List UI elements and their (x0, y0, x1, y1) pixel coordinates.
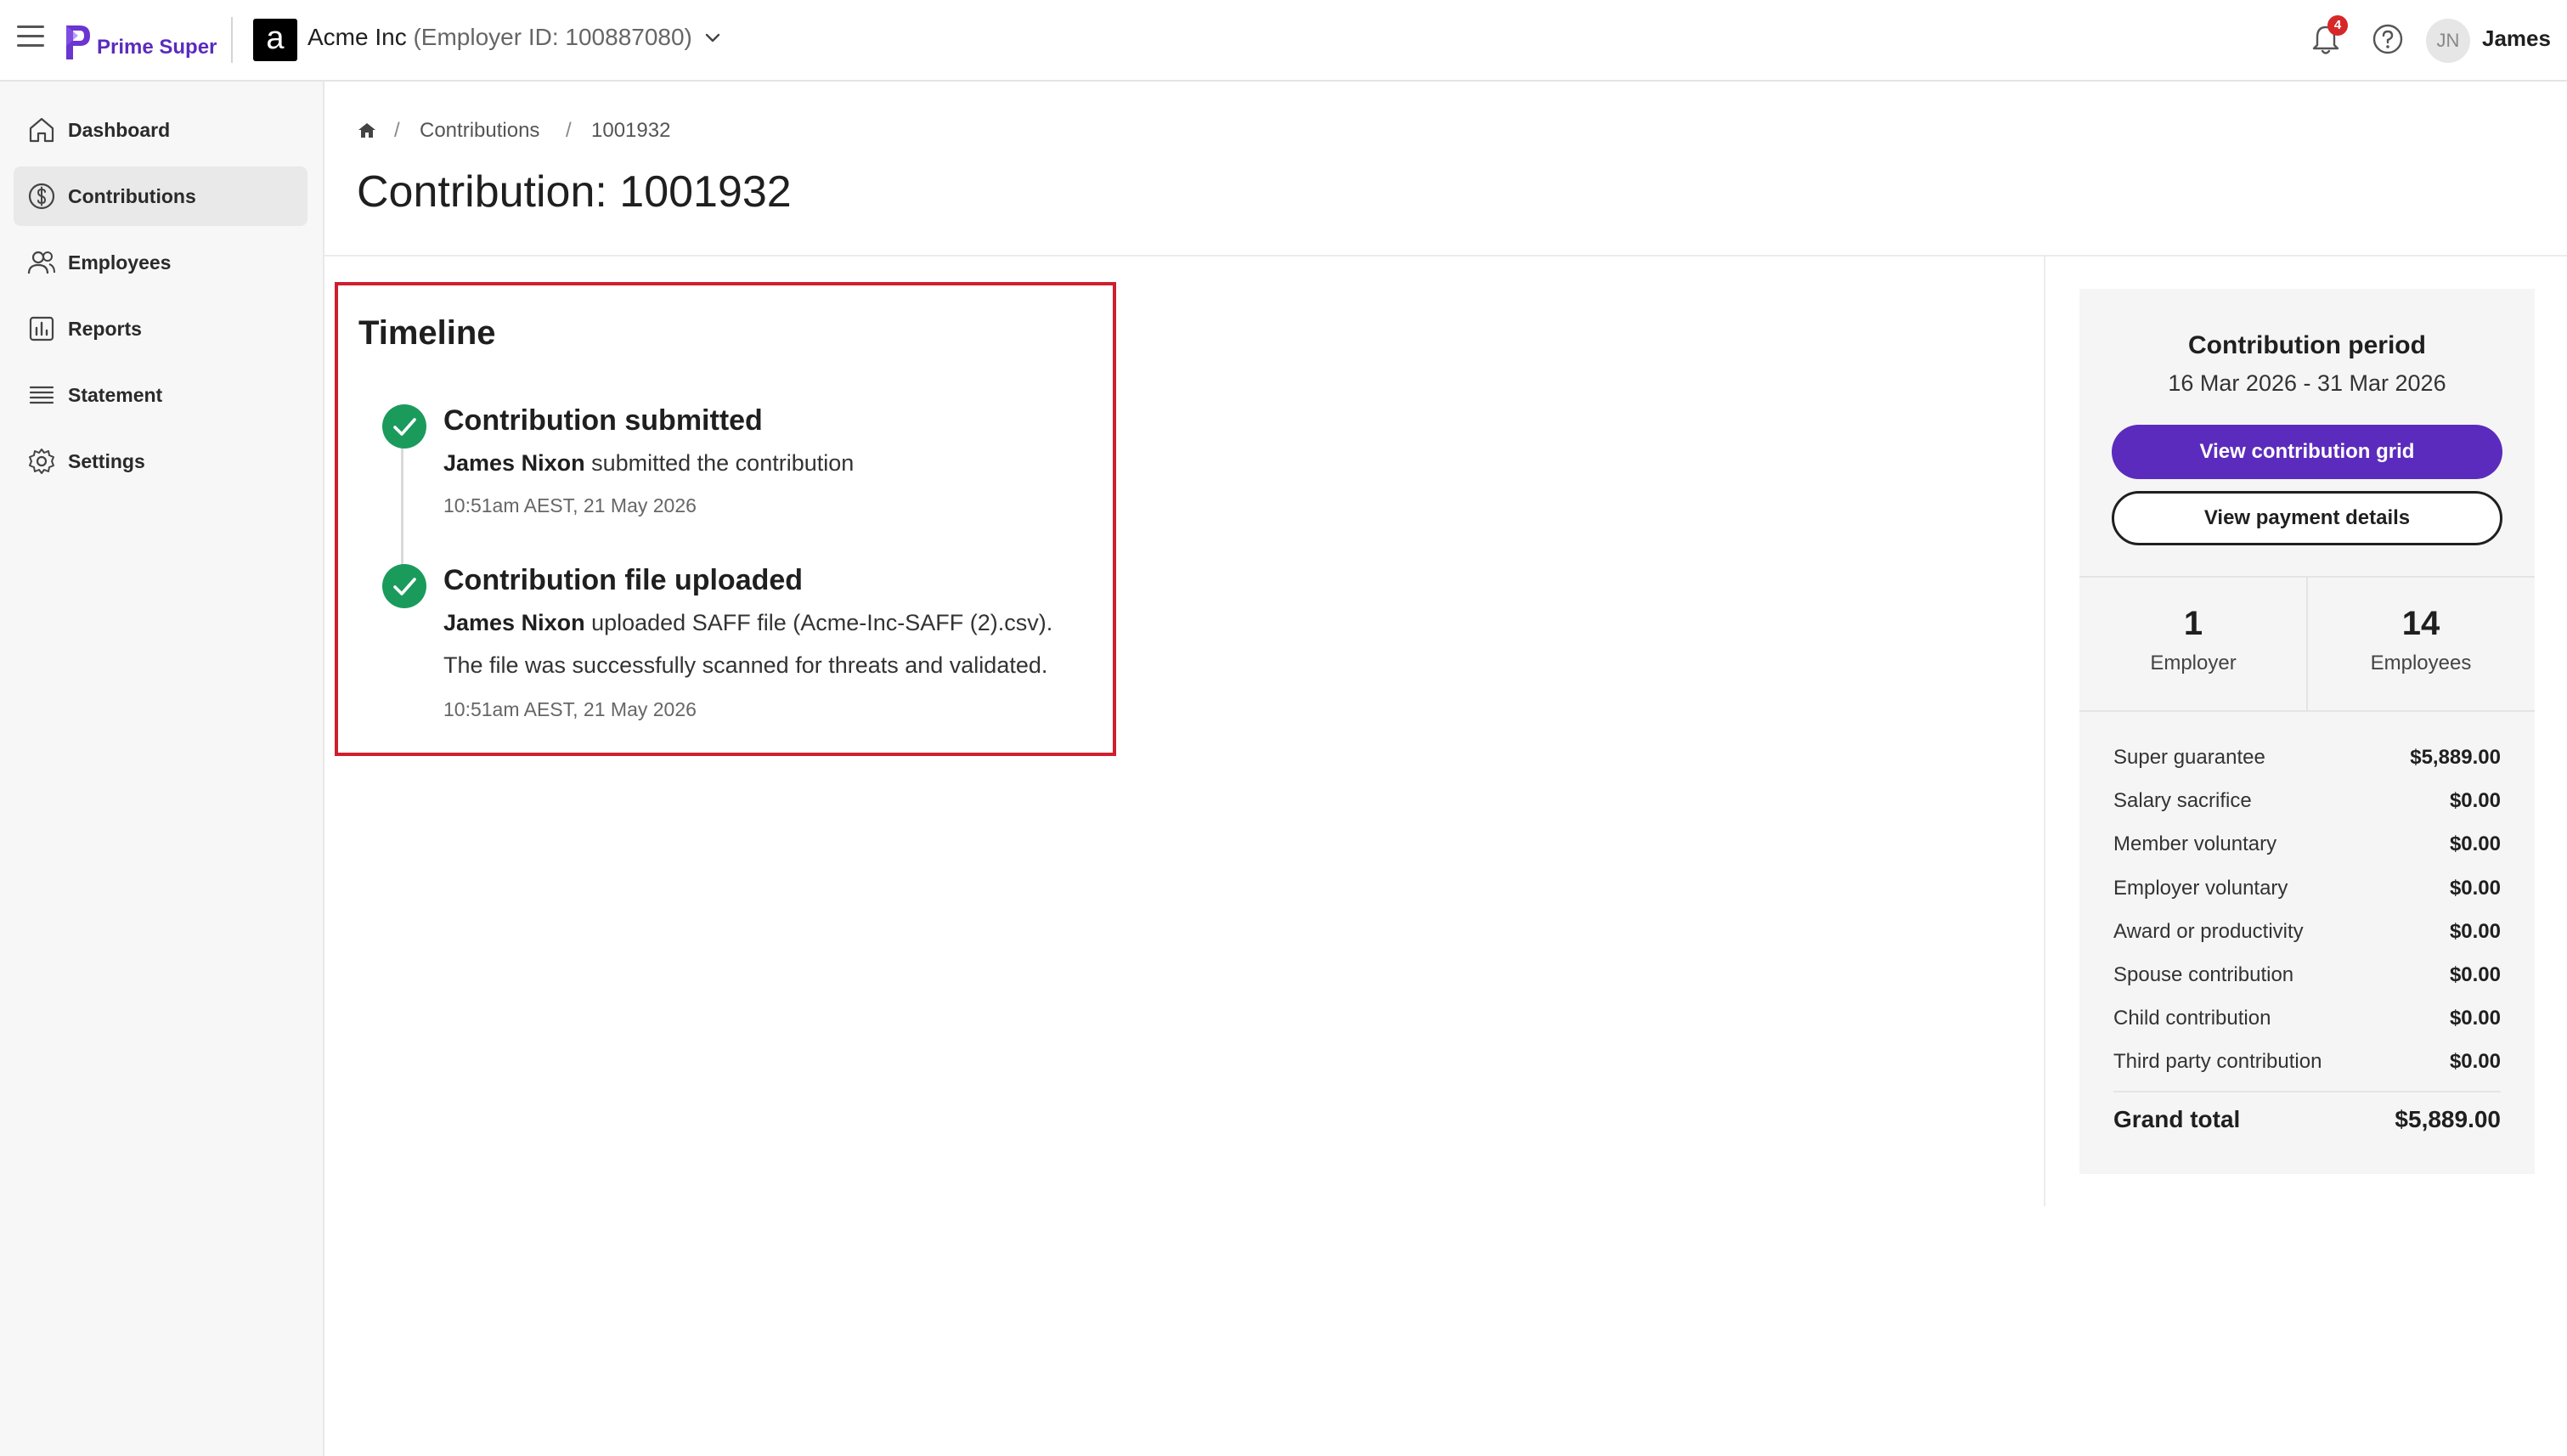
prime-super-logo-icon (66, 25, 90, 59)
breakdown-row: Spouse contribution $0.00 (2113, 963, 2501, 997)
breadcrumb-separator: / (394, 119, 400, 142)
sidebar-item-label: Reports (68, 317, 142, 340)
employer-id: (Employer ID: 100887080) (413, 24, 692, 50)
menu-icon[interactable] (17, 25, 44, 51)
breakdown-row: Salary sacrifice $0.00 (2113, 789, 2501, 823)
timeline-card: Timeline Contribution submitted James Ni… (335, 282, 1116, 756)
period-dates: 16 Mar 2026 - 31 Mar 2026 (2168, 370, 2446, 396)
timeline-event-actor: James Nixon (443, 450, 585, 476)
content-divider (324, 255, 2567, 257)
breakdown-value: $0.00 (2449, 877, 2501, 900)
breakdown-row: Member voluntary $0.00 (2113, 832, 2501, 866)
check-circle-icon (382, 404, 426, 449)
breadcrumb-separator: / (566, 119, 572, 142)
sidebar-item-reports[interactable]: Reports (14, 299, 307, 358)
header-divider (231, 17, 233, 63)
breakdown-row: Child contribution $0.00 (2113, 1007, 2501, 1041)
employer-name: Acme Inc (307, 24, 407, 50)
breakdown-label: Member voluntary (2113, 832, 2277, 855)
timeline-event-description: submitted the contribution (584, 450, 855, 476)
timeline-event-heading: Contribution submitted (443, 404, 763, 437)
brand-logo[interactable]: Prime Super (61, 15, 217, 63)
dollar-circle-icon (28, 183, 55, 210)
stat-employer: 1 Employer (2079, 605, 2307, 675)
breakdown-row: Third party contribution $0.00 (2113, 1050, 2501, 1084)
help-icon[interactable] (2372, 23, 2404, 55)
list-icon (29, 386, 54, 404)
panel-divider (2044, 257, 2045, 1206)
grand-total-value: $5,889.00 (2395, 1106, 2501, 1132)
breakdown-label: Salary sacrifice (2113, 789, 2252, 812)
employer-logo: a (253, 19, 297, 61)
sidebar-item-label: Employees (68, 251, 172, 274)
sidebar-item-statement[interactable]: Statement (14, 365, 307, 425)
home-icon[interactable] (357, 121, 377, 141)
user-name[interactable]: James (2482, 25, 2551, 52)
timeline-event-time: 10:51am AEST, 21 May 2026 (443, 494, 697, 516)
gear-icon (29, 449, 54, 474)
breakdown-label: Employer voluntary (2113, 877, 2288, 900)
chevron-down-icon[interactable] (702, 27, 724, 49)
total-divider (2113, 1091, 2501, 1092)
breakdown-value: $0.00 (2449, 832, 2501, 855)
sidebar-item-label: Contributions (68, 184, 196, 207)
timeline-event-text-secondary: The file was successfully scanned for th… (443, 652, 1048, 678)
sidebar-item-dashboard[interactable]: Dashboard (14, 100, 307, 160)
brand-name: Prime Super (97, 36, 217, 59)
breakdown-label: Award or productivity (2113, 920, 2304, 943)
breakdown-value: $0.00 (2449, 920, 2501, 943)
breakdown-label: Third party contribution (2113, 1050, 2322, 1073)
stat-value: 1 (2183, 605, 2203, 642)
timeline-event-actor: James Nixon (443, 610, 585, 635)
breadcrumb-contributions[interactable]: Contributions (420, 119, 539, 143)
contribution-summary-panel: Contribution period 16 Mar 2026 - 31 Mar… (2079, 289, 2535, 1174)
top-header: Prime Super a Acme Inc (Employer ID: 100… (0, 0, 2567, 82)
breakdown-value: $0.00 (2449, 963, 2501, 986)
breakdown-value: $0.00 (2449, 789, 2501, 812)
breakdown-label: Spouse contribution (2113, 963, 2294, 986)
timeline-event-text: James Nixon uploaded SAFF file (Acme-Inc… (443, 610, 1052, 636)
breakdown-value: $0.00 (2449, 1007, 2501, 1030)
stat-employees: 14 Employees (2307, 605, 2535, 675)
sidebar-item-label: Settings (68, 449, 145, 472)
timeline-title: Timeline (358, 314, 496, 352)
avatar[interactable]: JN (2426, 19, 2470, 63)
sidebar-item-settings[interactable]: Settings (14, 432, 307, 491)
timeline-event-heading: Contribution file uploaded (443, 564, 804, 596)
stat-value: 14 (2401, 605, 2440, 642)
home-icon (29, 117, 54, 143)
breadcrumb-current: 1001932 (591, 119, 671, 142)
breakdown-row: Employer voluntary $0.00 (2113, 877, 2501, 911)
check-circle-icon (382, 564, 426, 608)
view-contribution-grid-button[interactable]: View contribution grid (2112, 425, 2502, 479)
summary-divider (2079, 710, 2535, 712)
sidebar: Dashboard Contributions Employees Report… (0, 82, 324, 1456)
breakdown-value: $5,889.00 (2410, 746, 2501, 769)
sidebar-item-contributions[interactable]: Contributions (14, 166, 307, 226)
employer-selector[interactable]: Acme Inc (Employer ID: 100887080) (307, 24, 692, 51)
sidebar-item-employees[interactable]: Employees (14, 233, 307, 292)
notification-badge: 4 (2327, 15, 2348, 36)
breakdown-label: Child contribution (2113, 1007, 2271, 1030)
timeline-event-time: 10:51am AEST, 21 May 2026 (443, 698, 697, 720)
breakdown-label: Super guarantee (2113, 746, 2265, 769)
view-payment-details-button[interactable]: View payment details (2112, 491, 2502, 545)
stat-label: Employer (2150, 652, 2237, 674)
users-icon (27, 251, 55, 274)
sidebar-item-label: Dashboard (68, 118, 171, 141)
period-title: Contribution period (2188, 331, 2426, 359)
stat-label: Employees (2370, 652, 2472, 674)
timeline-event-text: James Nixon submitted the contribution (443, 450, 854, 477)
page-title: Contribution: 1001932 (357, 167, 792, 217)
sidebar-item-label: Statement (68, 383, 163, 406)
breakdown-value: $0.00 (2449, 1050, 2501, 1073)
breakdown-row: Super guarantee $5,889.00 (2113, 746, 2501, 780)
timeline-event-description: uploaded SAFF file (Acme-Inc-SAFF (2).cs… (584, 610, 1053, 635)
bar-chart-icon (29, 316, 54, 341)
breakdown-row: Award or productivity $0.00 (2113, 920, 2501, 954)
grand-total-label: Grand total (2113, 1106, 2241, 1132)
